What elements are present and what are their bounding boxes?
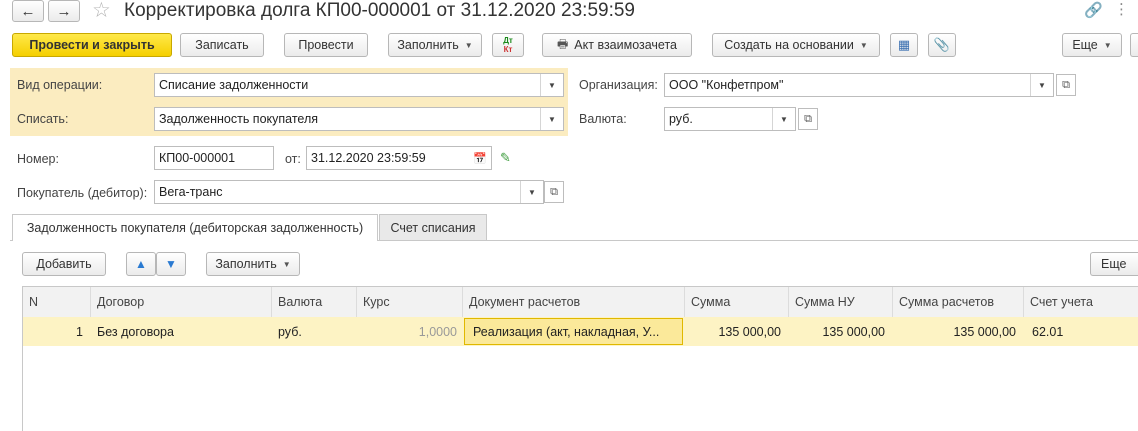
- operation-type-select[interactable]: Списание задолженности ▼: [154, 73, 564, 97]
- attach-button[interactable]: 📎: [928, 33, 956, 57]
- move-up-button[interactable]: ▲: [126, 252, 156, 276]
- number-label: Номер:: [17, 152, 59, 166]
- caret-down-icon: ▼: [464, 40, 473, 50]
- writeoff-select[interactable]: Задолженность покупателя ▼: [154, 107, 564, 131]
- edit-number-icon[interactable]: ✎: [500, 150, 511, 166]
- structure-icon: ▦: [897, 37, 911, 52]
- arrow-down-icon: ▼: [165, 257, 177, 271]
- date-input[interactable]: 31.12.2020 23:59:59 📅: [306, 146, 492, 170]
- post-button[interactable]: Провести: [284, 33, 368, 57]
- kebab-menu-icon[interactable]: ⋮: [1114, 0, 1129, 18]
- calendar-icon[interactable]: 📅: [469, 147, 491, 169]
- open-form-icon: ⧉: [1062, 78, 1070, 91]
- currency-field[interactable]: руб. ▼: [664, 107, 796, 131]
- operation-type-label: Вид операции:: [17, 78, 103, 92]
- caret-down-icon: ▼: [282, 259, 291, 269]
- caret-down-icon[interactable]: ▼: [520, 181, 543, 203]
- add-row-button[interactable]: Добавить: [22, 252, 106, 276]
- dt-kt-icon: Дт: [503, 36, 513, 45]
- buyer-open-button[interactable]: ⧉: [544, 181, 564, 203]
- cell-settlement-amount[interactable]: 135 000,00: [893, 318, 1016, 346]
- more-button[interactable]: Еще ▼: [1062, 33, 1122, 57]
- cell-currency[interactable]: руб.: [278, 318, 354, 346]
- cell-settlement-doc[interactable]: Реализация (акт, накладная, У...: [464, 318, 683, 345]
- column-header-rate[interactable]: Курс: [357, 287, 463, 317]
- cell-rate[interactable]: 1,0000: [357, 318, 457, 346]
- arrow-left-icon: ←: [20, 2, 36, 20]
- save-button[interactable]: Записать: [180, 33, 264, 57]
- organization-field[interactable]: ООО "Конфетпром" ▼: [664, 73, 1054, 97]
- table-more-button[interactable]: Еще: [1090, 252, 1138, 276]
- writeoff-label: Списать:: [17, 112, 69, 126]
- open-form-icon: ⧉: [550, 185, 558, 198]
- table-fill-dropdown-button[interactable]: Заполнить ▼: [206, 252, 300, 276]
- fill-dropdown-button[interactable]: Заполнить ▼: [388, 33, 482, 57]
- column-header-amount-tax[interactable]: Сумма НУ: [789, 287, 893, 317]
- organization-label: Организация:: [579, 78, 658, 92]
- column-header-account[interactable]: Счет учета: [1024, 287, 1138, 317]
- create-based-on-button[interactable]: Создать на основании ▼: [712, 33, 880, 57]
- cell-account[interactable]: 62.01: [1032, 318, 1132, 346]
- column-header-settlement-doc[interactable]: Документ расчетов: [463, 287, 685, 317]
- caret-down-icon[interactable]: ▼: [1030, 74, 1053, 96]
- caret-down-icon[interactable]: ▼: [540, 108, 563, 130]
- currency-open-button[interactable]: ⧉: [798, 108, 818, 130]
- cell-contract[interactable]: Без договора: [97, 318, 269, 346]
- link-icon[interactable]: 🔗: [1084, 1, 1103, 19]
- column-header-amount[interactable]: Сумма: [685, 287, 789, 317]
- caret-down-icon[interactable]: ▼: [772, 108, 795, 130]
- buyer-field[interactable]: Вега-транс ▼: [154, 180, 544, 204]
- column-header-n[interactable]: N: [23, 287, 91, 317]
- move-down-button[interactable]: ▼: [156, 252, 186, 276]
- favorite-star-icon[interactable]: ☆: [92, 0, 111, 23]
- tab-writeoff-account[interactable]: Счет списания: [379, 214, 487, 240]
- printer-icon: 🖶: [556, 36, 569, 51]
- cell-n[interactable]: 1: [23, 318, 83, 346]
- forward-button[interactable]: →: [48, 0, 80, 22]
- date-label: от:: [285, 152, 301, 166]
- currency-label: Валюта:: [579, 112, 627, 126]
- dt-kt-button[interactable]: Дт Кт: [492, 33, 524, 57]
- back-button[interactable]: ←: [12, 0, 44, 22]
- caret-down-icon: ▼: [1103, 40, 1112, 50]
- number-input[interactable]: КП00-000001: [154, 146, 274, 170]
- caret-down-icon: ▼: [859, 40, 868, 50]
- caret-down-icon[interactable]: ▼: [540, 74, 563, 96]
- offset-act-button[interactable]: 🖶 Акт взаимозачета: [542, 33, 692, 57]
- tab-receivables[interactable]: Задолженность покупателя (дебиторская за…: [12, 214, 378, 241]
- buyer-label: Покупатель (дебитор):: [17, 186, 148, 200]
- cell-amount[interactable]: 135 000,00: [685, 318, 781, 346]
- column-header-currency[interactable]: Валюта: [272, 287, 357, 317]
- cell-amount-tax[interactable]: 135 000,00: [789, 318, 885, 346]
- page-title: Корректировка долга КП00-000001 от 31.12…: [124, 0, 635, 21]
- paperclip-icon: 📎: [933, 37, 951, 52]
- post-and-close-button[interactable]: Провести и закрыть: [12, 33, 172, 57]
- help-button[interactable]: [1130, 33, 1138, 57]
- structure-button[interactable]: ▦: [890, 33, 918, 57]
- column-header-contract[interactable]: Договор: [91, 287, 272, 317]
- column-header-settlement-amount[interactable]: Сумма расчетов: [893, 287, 1024, 317]
- arrow-up-icon: ▲: [135, 257, 147, 271]
- open-form-icon: ⧉: [804, 112, 812, 125]
- arrow-right-icon: →: [56, 2, 72, 20]
- organization-open-button[interactable]: ⧉: [1056, 74, 1076, 96]
